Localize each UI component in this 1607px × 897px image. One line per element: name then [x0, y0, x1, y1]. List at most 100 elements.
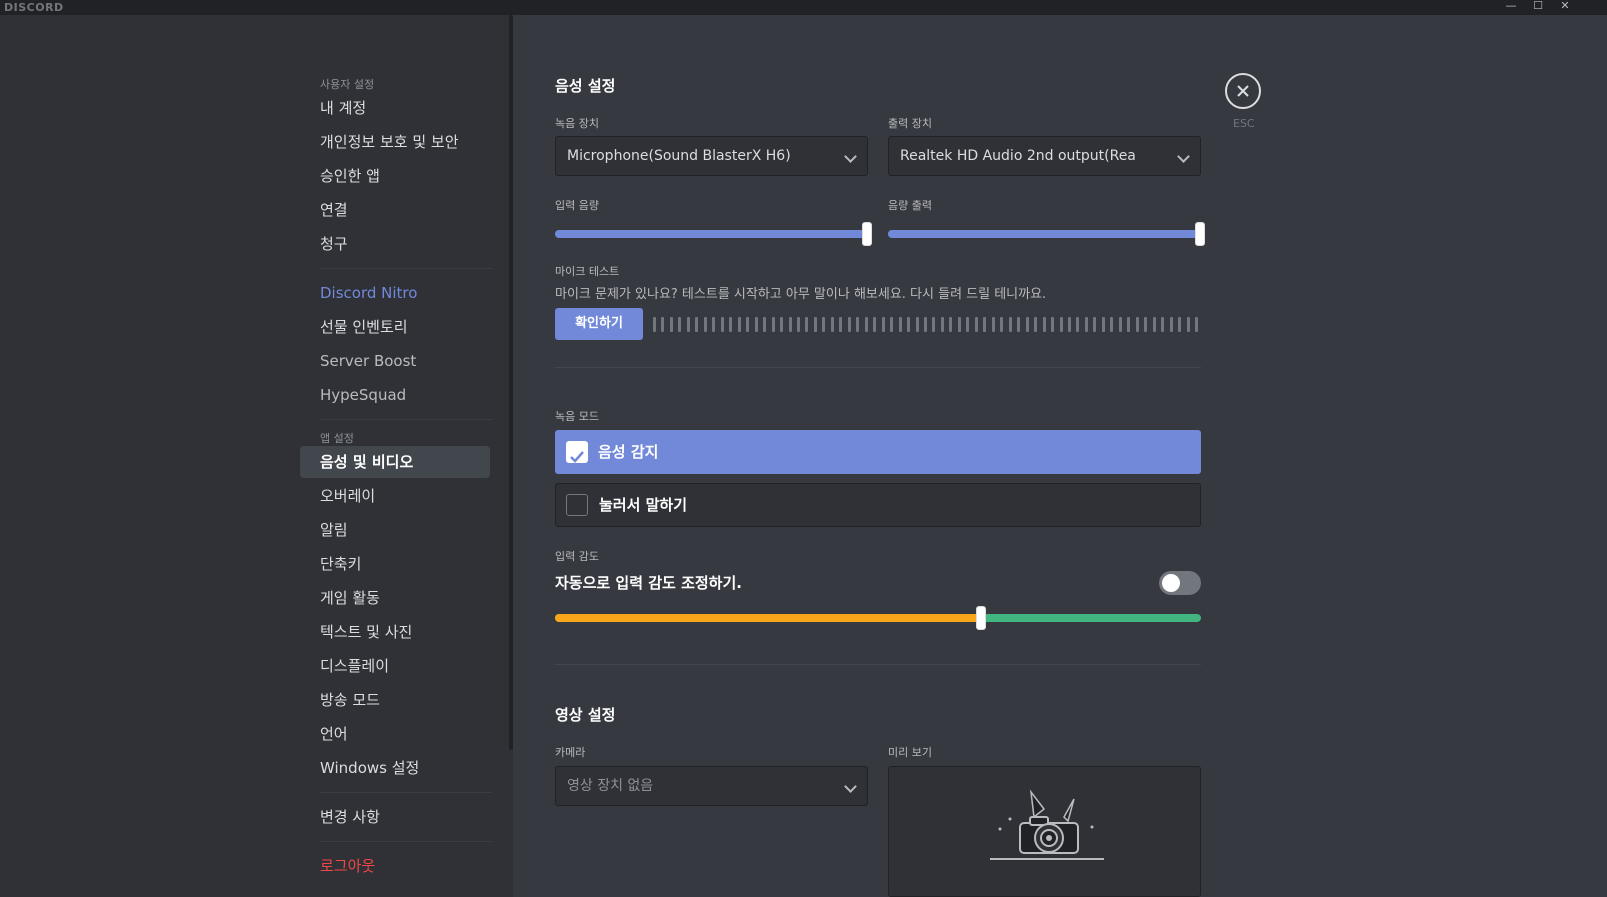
meter-bar: [1034, 317, 1038, 332]
meter-bar: [1000, 317, 1004, 332]
camera-illustration-icon: [990, 789, 1104, 860]
input-device-value: Microphone(Sound BlasterX H6): [567, 148, 791, 164]
meter-bar: [754, 317, 758, 332]
sidebar-item-discord-nitro[interactable]: Discord Nitro: [310, 277, 502, 309]
meter-bar: [1051, 317, 1055, 332]
meter-bar: [881, 317, 885, 332]
meter-bar: [712, 317, 716, 332]
sidebar-item-billing[interactable]: 청구: [310, 228, 502, 260]
meter-bar: [746, 317, 750, 332]
camera-value: 영상 장치 없음: [567, 778, 654, 794]
sidebar-item-streamer-mode[interactable]: 방송 모드: [310, 684, 502, 716]
output-volume-slider[interactable]: [888, 230, 1200, 238]
input-device-label: 녹음 장치: [555, 117, 599, 130]
meter-bar: [686, 317, 690, 332]
sidebar-item-keybinds[interactable]: 단축키: [310, 548, 502, 580]
meter-bar: [991, 317, 995, 332]
meter-bar: [949, 317, 953, 332]
meter-bar: [907, 317, 911, 332]
input-volume-label: 입력 음량: [555, 199, 599, 212]
sidebar-item-server-boost[interactable]: Server Boost: [310, 345, 502, 377]
toggle-knob: [1162, 574, 1180, 592]
sensitivity-handle[interactable]: [976, 606, 987, 630]
sidebar-item-change-log[interactable]: 변경 사항: [310, 801, 502, 833]
sensitivity-slider[interactable]: [555, 614, 1201, 622]
meter-bar: [830, 317, 834, 332]
video-settings-title: 영상 설정: [555, 706, 616, 724]
meter-bar: [805, 317, 809, 332]
sidebar-item-authorized-apps[interactable]: 승인한 앱: [310, 160, 502, 192]
mic-level-meter: [653, 317, 1198, 332]
auto-sensitivity-toggle[interactable]: [1159, 571, 1201, 595]
voice-activity-label: 음성 감지: [598, 443, 659, 461]
sidebar-item-appearance[interactable]: 디스플레이: [310, 650, 502, 682]
output-device-select[interactable]: Realtek HD Audio 2nd output(Rea: [888, 136, 1201, 176]
sidebar-item-text-images[interactable]: 텍스트 및 사진: [310, 616, 502, 648]
sidebar-item-windows-settings[interactable]: Windows 설정: [310, 752, 502, 784]
input-device-select[interactable]: Microphone(Sound BlasterX H6): [555, 136, 868, 176]
mic-test-label: 마이크 테스트: [555, 265, 620, 278]
minimize-button[interactable]: —: [1500, 0, 1522, 15]
meter-bar: [1178, 317, 1182, 332]
mic-test-description: 마이크 문제가 있나요? 테스트를 시작하고 아무 말이나 해보세요. 다시 들…: [555, 287, 1047, 302]
chevron-down-icon: [844, 150, 857, 163]
output-device-value: Realtek HD Audio 2nd output(Rea: [900, 148, 1136, 164]
sidebar-divider: [320, 419, 492, 420]
check-icon: [570, 451, 584, 463]
chevron-down-icon: [844, 780, 857, 793]
output-volume-fill: [888, 230, 1200, 238]
sidebar-item-log-out[interactable]: 로그아웃: [310, 850, 502, 882]
sidebar-item-voice-video[interactable]: 음성 및 비디오: [300, 446, 490, 478]
close-window-button[interactable]: ✕: [1554, 0, 1576, 15]
sidebar-divider: [320, 268, 492, 269]
sidebar-item-gift-inventory[interactable]: 선물 인벤토리: [310, 311, 502, 343]
close-settings-button[interactable]: [1225, 73, 1261, 109]
meter-bar: [1067, 317, 1071, 332]
input-mode-label: 녹음 모드: [555, 410, 599, 423]
sidebar-divider: [320, 792, 492, 793]
sidebar-item-language[interactable]: 언어: [310, 718, 502, 750]
sidebar-item-notifications[interactable]: 알림: [310, 514, 502, 546]
meter-bar: [796, 317, 800, 332]
voice-activity-option[interactable]: 음성 감지: [555, 430, 1201, 474]
meter-bar: [729, 317, 733, 332]
auto-sensitivity-text: 자동으로 입력 감도 조정하기.: [555, 574, 742, 592]
settings-content: 음성 설정 녹음 장치 Microphone(Sound BlasterX H6…: [513, 15, 1607, 897]
sidebar-item-hypesquad[interactable]: HypeSquad: [310, 379, 502, 411]
sidebar-divider: [320, 841, 492, 842]
sidebar-item-overlay[interactable]: 오버레이: [310, 480, 502, 512]
meter-bar: [1152, 317, 1156, 332]
push-to-talk-option[interactable]: 눌러서 말하기: [555, 483, 1201, 527]
meter-bar: [915, 317, 919, 332]
meter-bar: [1186, 317, 1190, 332]
meter-bar: [763, 317, 767, 332]
meter-bar: [839, 317, 843, 332]
sidebar-item-my-account[interactable]: 내 계정: [310, 92, 502, 124]
meter-bar: [1025, 317, 1029, 332]
meter-bar: [932, 317, 936, 332]
meter-bar: [940, 317, 944, 332]
meter-bar: [873, 317, 877, 332]
sidebar-item-game-activity[interactable]: 게임 활동: [310, 582, 502, 614]
input-volume-slider[interactable]: [555, 230, 867, 238]
meter-bar: [1118, 317, 1122, 332]
settings-nav: 사용자 설정 내 계정 개인정보 보호 및 보안 승인한 앱 연결 청구 Dis…: [300, 60, 502, 884]
user-settings-header: 사용자 설정: [320, 78, 375, 91]
title-bar: DISCORD — ☐ ✕: [0, 0, 1607, 15]
input-volume-handle[interactable]: [862, 222, 872, 246]
output-volume-handle[interactable]: [1195, 222, 1205, 246]
sensitivity-fill: [555, 614, 982, 622]
sidebar-item-connections[interactable]: 연결: [310, 194, 502, 226]
meter-bar: [822, 317, 826, 332]
section-divider: [555, 664, 1201, 665]
checkbox-checked: [566, 441, 588, 463]
meter-bar: [1084, 317, 1088, 332]
maximize-button[interactable]: ☐: [1527, 0, 1549, 15]
meter-bar: [924, 317, 927, 332]
push-to-talk-label: 눌러서 말하기: [599, 496, 688, 514]
camera-select[interactable]: 영상 장치 없음: [555, 766, 868, 806]
sidebar-item-privacy-safety[interactable]: 개인정보 보호 및 보안: [310, 126, 502, 158]
meter-bar: [669, 317, 673, 332]
mic-test-button[interactable]: 확인하기: [555, 308, 643, 340]
section-divider: [555, 367, 1201, 368]
